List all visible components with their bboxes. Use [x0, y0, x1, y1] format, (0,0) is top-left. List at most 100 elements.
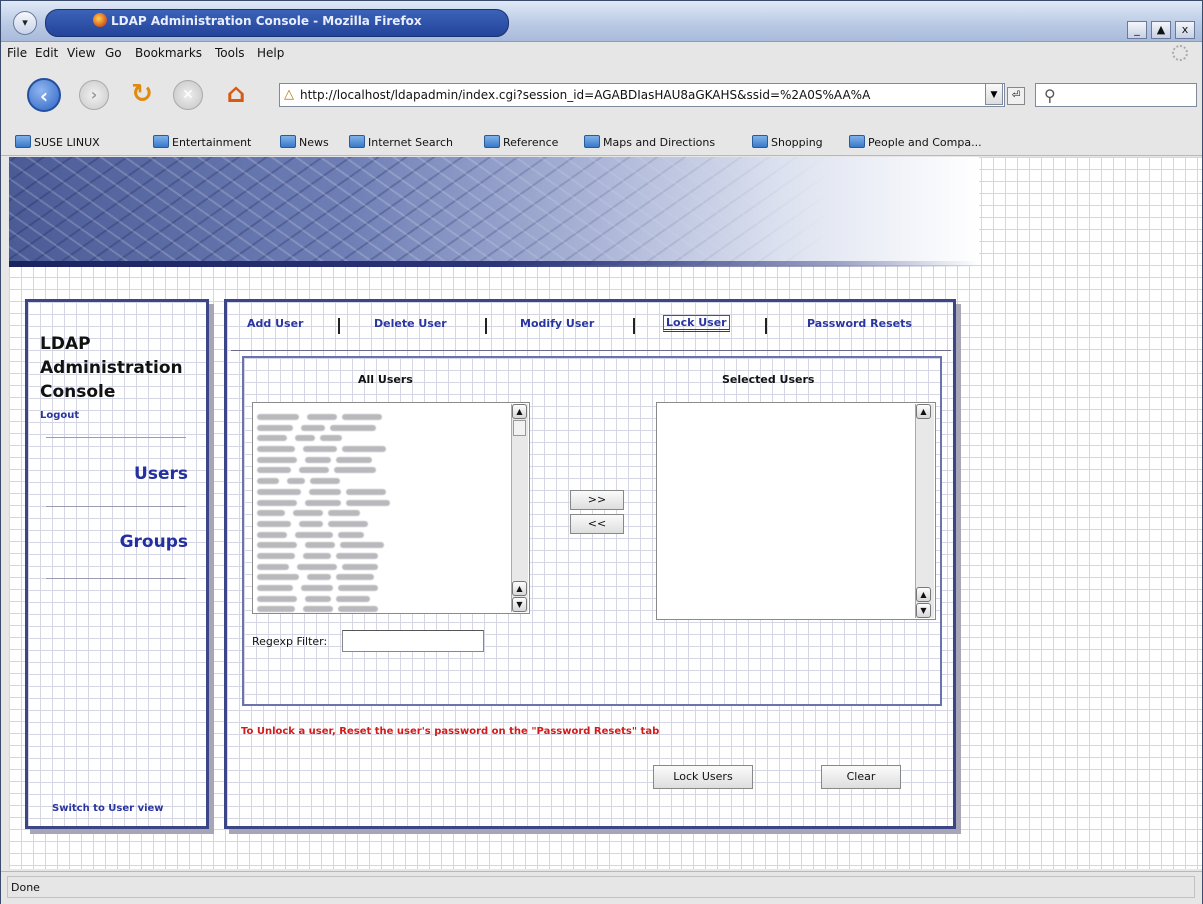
- folder-icon: [153, 135, 169, 148]
- user-list-item[interactable]: [257, 565, 503, 581]
- bookmark-shopping[interactable]: Shopping: [752, 135, 823, 149]
- search-icon: ⚲: [1044, 86, 1056, 105]
- bookmark-internet-search[interactable]: Internet Search: [349, 135, 453, 149]
- tab-delete-user[interactable]: Delete User: [374, 317, 447, 330]
- scroll-up-arrow-icon[interactable]: ▲: [512, 581, 527, 596]
- blurred-text: [340, 542, 384, 549]
- blurred-text: [299, 520, 323, 527]
- scroll-up-arrow-icon[interactable]: ▲: [916, 587, 931, 602]
- tab-modify-user[interactable]: Modify User: [520, 317, 594, 330]
- remove-selected-button[interactable]: <<: [570, 514, 624, 534]
- user-list-item[interactable]: [257, 426, 503, 442]
- blurred-text: [295, 531, 333, 538]
- blurred-text: [303, 446, 337, 453]
- minimize-button[interactable]: _: [1127, 21, 1147, 39]
- menu-go[interactable]: Go: [105, 46, 122, 60]
- selected-users-scrollbar[interactable]: ▲ ▲ ▼: [915, 404, 934, 618]
- selected-users-header: Selected Users: [722, 373, 815, 386]
- user-list-item[interactable]: [257, 533, 503, 549]
- url-text: http://localhost/ldapadmin/index.cgi?ses…: [300, 88, 871, 102]
- blurred-text: [257, 424, 293, 431]
- user-list-item[interactable]: [257, 469, 503, 485]
- main-panel: Add User Delete User Modify User Lock Us…: [224, 299, 956, 829]
- maximize-button[interactable]: ▲: [1151, 21, 1171, 39]
- folder-icon: [849, 135, 865, 148]
- scroll-up-arrow-icon[interactable]: ▲: [916, 404, 931, 419]
- stop-icon[interactable]: ✕: [173, 80, 203, 110]
- menu-edit[interactable]: Edit: [35, 46, 58, 60]
- folder-icon: [15, 135, 31, 148]
- user-list-item[interactable]: [257, 523, 503, 538]
- sidebar-item-users[interactable]: Users: [134, 464, 188, 484]
- menu-help[interactable]: Help: [257, 46, 284, 60]
- user-list-item[interactable]: [257, 587, 503, 602]
- search-box[interactable]: ⚲: [1035, 83, 1197, 107]
- blurred-text: [257, 542, 297, 549]
- blurred-text: [257, 510, 285, 517]
- sidebar-divider: [46, 506, 186, 507]
- menu-view[interactable]: View: [67, 46, 95, 60]
- lock-users-button[interactable]: Lock Users: [653, 765, 753, 789]
- title-bar: ▾ LDAP Administration Console - Mozilla …: [1, 1, 1202, 42]
- scroll-thumb[interactable]: [513, 420, 526, 436]
- blurred-text: [287, 478, 305, 485]
- home-icon[interactable]: ⌂: [219, 78, 253, 112]
- blurred-text: [328, 510, 360, 517]
- bookmark-news[interactable]: News: [280, 135, 329, 149]
- all-users-listbox[interactable]: ▲ ▲ ▼: [252, 402, 530, 614]
- tab-separator: [338, 318, 340, 334]
- clear-button[interactable]: Clear: [821, 765, 901, 789]
- blurred-text: [346, 488, 386, 495]
- blurred-text: [309, 488, 341, 495]
- blurred-text: [342, 446, 386, 453]
- tabs-divider: [231, 350, 951, 351]
- blurred-text: [257, 467, 291, 474]
- unlock-notice: To Unlock a user, Reset the user's passw…: [241, 726, 660, 737]
- scroll-down-arrow-icon[interactable]: ▼: [512, 597, 527, 612]
- switch-to-user-view-link[interactable]: Switch to User view: [52, 803, 164, 814]
- tab-password-resets[interactable]: Password Resets: [807, 317, 912, 330]
- folder-icon: [484, 135, 500, 148]
- status-inset: [7, 876, 1195, 898]
- menu-file[interactable]: File: [7, 46, 27, 60]
- menu-tools[interactable]: Tools: [215, 46, 245, 60]
- bookmark-reference[interactable]: Reference: [484, 135, 558, 149]
- user-list-item[interactable]: [257, 405, 503, 420]
- menu-bookmarks[interactable]: Bookmarks: [135, 46, 202, 60]
- console-title-line-3: Console: [40, 382, 116, 402]
- all-users-scrollbar[interactable]: ▲ ▲ ▼: [511, 404, 528, 612]
- add-selected-button[interactable]: >>: [570, 490, 624, 510]
- tab-add-user[interactable]: Add User: [247, 317, 303, 330]
- url-history-dropdown[interactable]: ▼: [985, 83, 1003, 105]
- reload-icon[interactable]: ↻: [125, 78, 159, 112]
- close-button[interactable]: x: [1175, 21, 1195, 39]
- scroll-down-arrow-icon[interactable]: ▼: [916, 603, 931, 618]
- back-icon[interactable]: ‹: [27, 78, 61, 112]
- bookmark-entertainment[interactable]: Entertainment: [153, 135, 251, 149]
- bookmark-suse-linux[interactable]: SUSE LINUX: [15, 135, 100, 149]
- tab-lock-user[interactable]: Lock User: [663, 315, 730, 332]
- bookmark-people-and-companies[interactable]: People and Compa...: [849, 135, 982, 149]
- banner-pattern: [9, 157, 979, 265]
- bookmarks-toolbar: SUSE LINUX Entertainment News Internet S…: [1, 129, 1202, 156]
- logout-link[interactable]: Logout: [40, 410, 79, 421]
- blurred-text: [305, 456, 331, 463]
- go-button[interactable]: ⏎: [1007, 87, 1025, 105]
- sidebar-item-groups[interactable]: Groups: [120, 532, 188, 552]
- console-title-line-1: LDAP: [40, 334, 91, 354]
- url-bar[interactable]: △ http://localhost/ldapadmin/index.cgi?s…: [279, 83, 1005, 107]
- console-title-line-2: Administration: [40, 358, 183, 378]
- user-list-item[interactable]: [257, 437, 503, 453]
- forward-icon[interactable]: ›: [79, 80, 109, 110]
- scroll-up-arrow-icon[interactable]: ▲: [512, 404, 527, 419]
- regexp-filter-input[interactable]: [342, 630, 484, 652]
- selected-users-listbox[interactable]: ▲ ▲ ▼: [656, 402, 936, 620]
- blurred-text: [257, 563, 289, 570]
- folder-icon: [280, 135, 296, 148]
- blurred-text: [257, 478, 279, 485]
- sidebar-divider: [46, 578, 186, 579]
- all-users-rows: [253, 405, 503, 613]
- blurred-text: [257, 446, 295, 453]
- window-menu-button[interactable]: ▾: [13, 11, 37, 35]
- bookmark-maps-and-directions[interactable]: Maps and Directions: [584, 135, 715, 149]
